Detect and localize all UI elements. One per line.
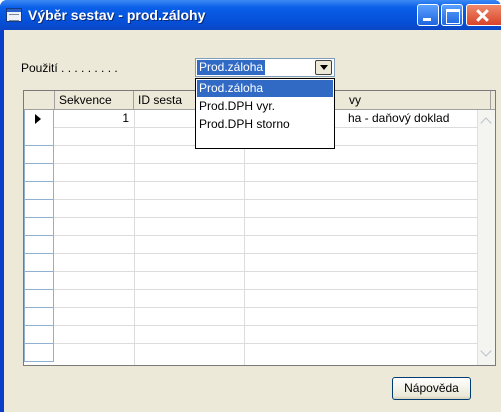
- table-row[interactable]: [24, 182, 477, 200]
- table-row[interactable]: [24, 200, 477, 218]
- row-selector[interactable]: [24, 344, 54, 362]
- dropdown-arrow-icon[interactable]: [315, 60, 332, 75]
- row-selector[interactable]: [24, 272, 54, 290]
- row-selector[interactable]: [24, 218, 54, 236]
- table-row[interactable]: [24, 254, 477, 272]
- title-bar[interactable]: Výběr sestav - prod.zálohy: [0, 0, 501, 30]
- table-row[interactable]: [24, 272, 477, 290]
- row-selector[interactable]: [24, 128, 54, 146]
- dropdown-option[interactable]: Prod.záloha: [197, 80, 333, 97]
- table-row[interactable]: [24, 290, 477, 308]
- window-title: Výběr sestav - prod.zálohy: [28, 7, 206, 23]
- table-row[interactable]: [24, 236, 477, 254]
- table-row[interactable]: [24, 218, 477, 236]
- scroll-up-icon[interactable]: [480, 114, 494, 128]
- row-selector[interactable]: [24, 326, 54, 344]
- close-button[interactable]: [466, 4, 501, 26]
- cell-report-name[interactable]: ha - daňový doklad: [348, 110, 476, 127]
- vertical-scrollbar[interactable]: [477, 110, 495, 365]
- row-selector[interactable]: [24, 182, 54, 200]
- scroll-down-icon[interactable]: [480, 347, 494, 361]
- maximize-button[interactable]: [441, 4, 463, 26]
- usage-dropdown-list: Prod.záloha Prod.DPH vyr. Prod.DPH storn…: [195, 78, 335, 149]
- table-row[interactable]: [24, 344, 477, 362]
- window-client-area: Použití . . . . . . . . . Prod.záloha Se…: [4, 30, 501, 412]
- table-row[interactable]: [24, 326, 477, 344]
- column-header-sequence[interactable]: Sekvence: [55, 91, 134, 109]
- dropdown-option[interactable]: Prod.DPH storno: [197, 116, 333, 133]
- row-selector-header: [24, 91, 55, 109]
- row-selector[interactable]: [24, 236, 54, 254]
- row-selector[interactable]: [24, 200, 54, 218]
- help-button[interactable]: Nápověda: [392, 377, 471, 400]
- row-selector[interactable]: [24, 164, 54, 182]
- table-row[interactable]: [24, 308, 477, 326]
- window-form-icon: [6, 8, 22, 22]
- row-selector[interactable]: [24, 146, 54, 164]
- minimize-button[interactable]: [417, 4, 439, 26]
- cell-sequence[interactable]: 1: [55, 110, 129, 127]
- row-selector[interactable]: [24, 254, 54, 272]
- row-selector[interactable]: [24, 110, 54, 128]
- usage-dropdown[interactable]: Prod.záloha: [195, 58, 335, 77]
- table-row[interactable]: [24, 164, 477, 182]
- usage-field-label: Použití . . . . . . . . .: [21, 61, 118, 75]
- current-row-arrow-icon: [35, 114, 41, 124]
- dropdown-option[interactable]: Prod.DPH vyr.: [197, 98, 333, 115]
- report-selection-window: Výběr sestav - prod.zálohy Použití . . .…: [0, 0, 501, 412]
- usage-dropdown-value: Prod.záloha: [197, 60, 266, 75]
- row-selector[interactable]: [24, 308, 54, 326]
- row-selector[interactable]: [24, 290, 54, 308]
